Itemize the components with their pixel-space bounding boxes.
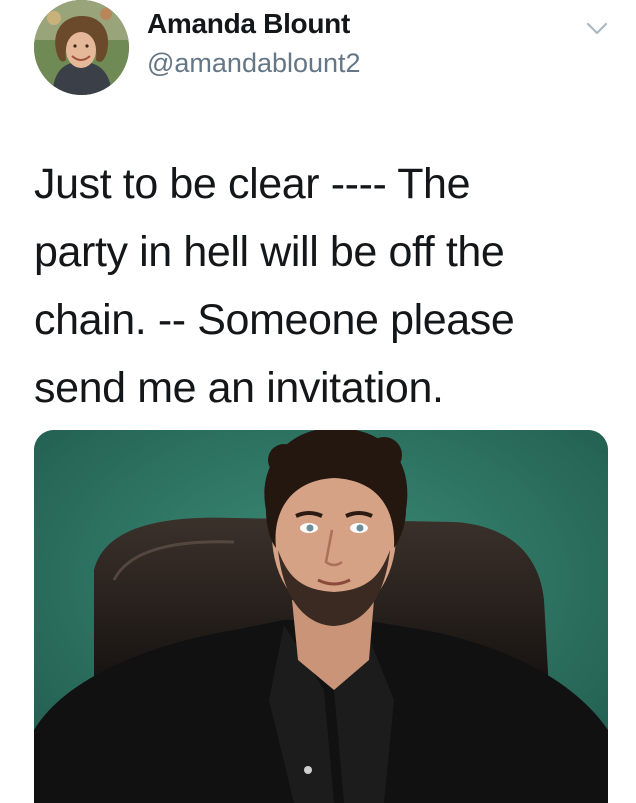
- author-name[interactable]: Amanda Blount: [147, 8, 350, 40]
- tweet-text-line: party in hell will be off the: [34, 228, 505, 276]
- tweet-text-line: Just to be clear ---- The: [34, 160, 471, 208]
- tweet-text-line: send me an invitation.: [34, 364, 444, 412]
- avatar-image: [34, 0, 129, 95]
- avatar[interactable]: [34, 0, 129, 95]
- tweet-card: Amanda Blount @amandablount2 Just to be …: [0, 0, 636, 803]
- tweet-text-line: chain. -- Someone please: [34, 296, 515, 344]
- chevron-down-icon[interactable]: [586, 22, 608, 36]
- author-handle[interactable]: @amandablount2: [147, 48, 361, 79]
- tweet-text: Just to be clear ---- The party in hell …: [34, 150, 594, 422]
- photo-image: [34, 430, 608, 803]
- tweet-photo[interactable]: [34, 430, 608, 803]
